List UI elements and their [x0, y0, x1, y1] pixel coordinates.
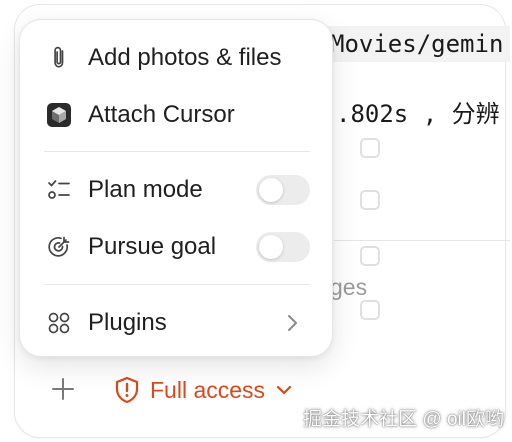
- menu-item-plan-mode[interactable]: Plan mode: [20, 167, 332, 213]
- menu-item-add-photos-files[interactable]: Add photos & files: [20, 35, 332, 81]
- cursor-app-icon: [46, 102, 72, 128]
- menu-item-label: Plan mode: [88, 176, 203, 203]
- obscured-icon: [360, 190, 380, 210]
- chevron-down-icon: [275, 384, 293, 396]
- background-divider: [334, 240, 510, 241]
- watermark: 掘金技术社区 @ oil欧哟: [303, 409, 504, 430]
- menu-item-label: Add photos & files: [88, 44, 282, 71]
- menu-item-plugins[interactable]: Plugins: [20, 300, 332, 346]
- chevron-right-icon: [282, 313, 302, 333]
- toggle-knob: [259, 178, 283, 202]
- menu-item-pursue-goal[interactable]: Pursue goal: [20, 224, 332, 270]
- menu-item-label: Attach Cursor: [88, 101, 235, 128]
- obscured-item: [360, 190, 380, 210]
- plan-mode-toggle[interactable]: [256, 175, 310, 205]
- menu-item-attach-cursor[interactable]: Attach Cursor: [20, 92, 332, 138]
- plus-icon: [52, 378, 74, 400]
- code-text-line: Movies/gemin: [330, 30, 504, 58]
- output-text-line: .802s , 分辨: [336, 100, 500, 128]
- add-button[interactable]: [46, 372, 80, 406]
- menu-item-label: Plugins: [88, 309, 167, 336]
- shield-alert-icon: [114, 376, 140, 404]
- obscured-item: [360, 300, 380, 320]
- toggle-knob: [259, 235, 283, 259]
- obscured-icon: [360, 246, 380, 266]
- obscured-icon: [360, 300, 380, 320]
- menu-item-label: Pursue goal: [88, 233, 217, 260]
- goal-target-icon: [46, 234, 72, 260]
- obscured-item: [360, 246, 380, 266]
- access-mode-button[interactable]: Full access: [114, 372, 293, 408]
- pursue-goal-toggle[interactable]: [256, 232, 310, 262]
- menu-divider: [44, 284, 310, 285]
- partial-text: ges: [330, 274, 368, 300]
- plugins-grid-icon: [46, 310, 72, 336]
- obscured-item: [360, 138, 380, 158]
- access-mode-label: Full access: [150, 376, 266, 403]
- checklist-icon: [46, 177, 72, 203]
- obscured-icon: [360, 138, 380, 158]
- menu-divider: [44, 151, 310, 152]
- attachment-menu: Add photos & files Attach Cursor Plan mo…: [19, 19, 333, 357]
- paperclip-icon: [46, 45, 72, 71]
